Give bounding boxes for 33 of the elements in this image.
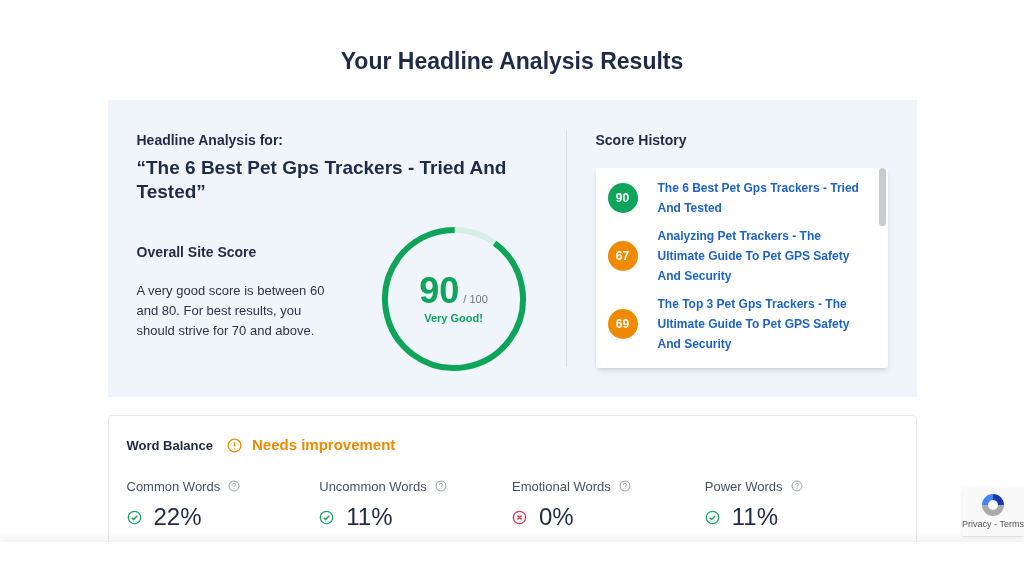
history-link[interactable]: Analyzing Pet Trackers - The Ultimate Guide To Pet GPS Safety And Security [657,226,864,286]
section-heading: Score History [595,131,688,150]
score-max: / 100 [463,291,488,307]
score-badge: 90 [607,183,638,213]
section-heading: Overall Site Score [136,243,258,262]
score-description: A very good score is between 60 and 80. For best results, you should strive for 70 and above. [136,282,326,340]
section-heading: Word Balance [126,436,213,455]
metric-label: Power Words [704,477,783,496]
score-badge: 67 [607,241,638,271]
score-badge: 69 [607,309,638,339]
help-icon[interactable] [618,480,631,493]
history-link[interactable]: The Top 3 Pet Gps Trackers - The Ultimate Guide To Pet GPS Safety And Security [657,294,864,354]
status-text: Needs improvement [251,435,396,455]
metric-label: Emotional Words [512,477,611,496]
help-icon[interactable] [790,480,803,493]
help-icon[interactable] [434,480,447,493]
metric-label: Common Words [126,477,221,496]
score-verdict: Very Good! [424,310,483,326]
headline-text: “The 6 Best Pet Gps Trackers - Tried And Tested” [136,156,508,204]
metric-value: 11% [346,504,393,530]
metric-value: 11% [731,504,778,530]
help-icon[interactable] [228,480,241,493]
recaptcha-badge[interactable]: Privacy - Terms [962,488,1024,536]
metric-value: 22% [153,504,202,530]
analysis-label: Headline Analysis for: [136,131,285,150]
page-title: Your Headline Analysis Results [340,47,684,74]
metric-label: Uncommon Words [319,477,427,496]
warning-icon [226,437,242,453]
history-link[interactable]: The 6 Best Pet Gps Trackers - Tried And Tested [657,178,864,218]
metric-value: 0% [539,504,574,530]
score-value: 90 [419,271,460,310]
scrollbar[interactable] [878,168,886,226]
privacy-terms-links[interactable]: Privacy - Terms [962,518,1024,530]
